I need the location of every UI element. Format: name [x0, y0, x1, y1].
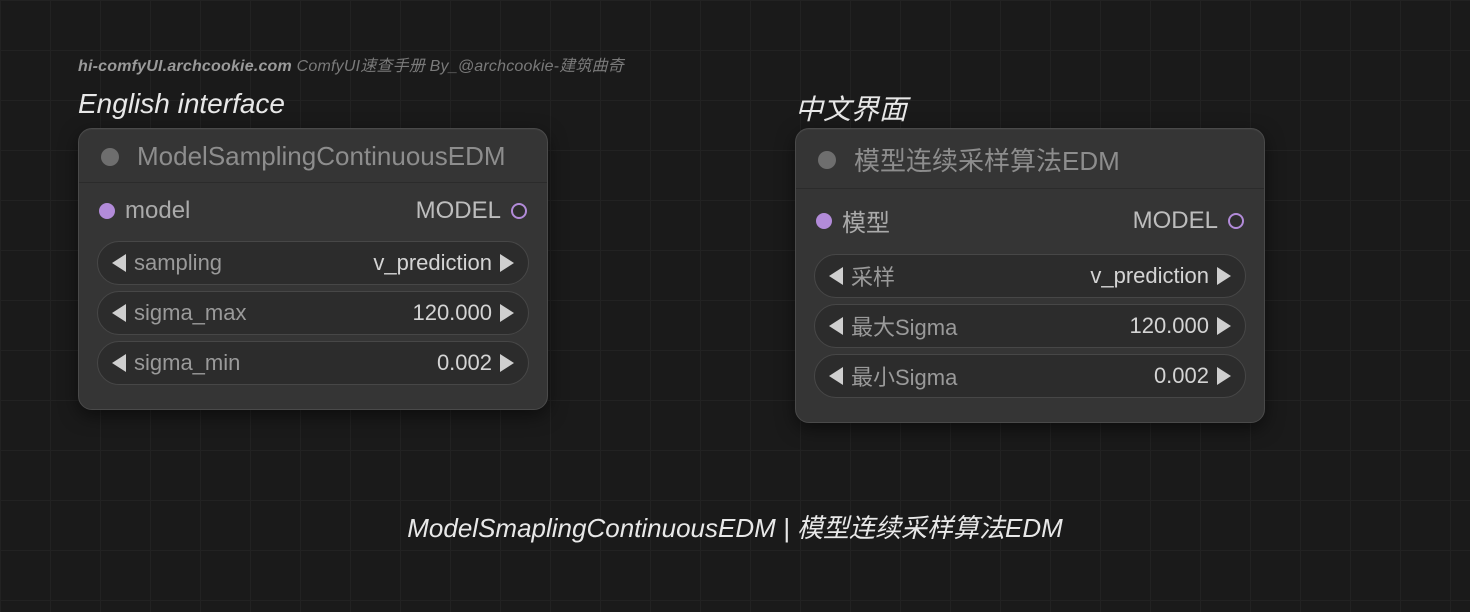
output-port-model-icon[interactable] [511, 203, 527, 219]
io-row: model MODEL [93, 193, 533, 235]
node-model-sampling-continuous-edm-en[interactable]: ModelSamplingContinuousEDM model MODEL s… [78, 128, 548, 410]
node-header[interactable]: ModelSamplingContinuousEDM [79, 129, 547, 183]
node-model-sampling-continuous-edm-cn[interactable]: 模型连续采样算法EDM 模型 MODEL 采样 v_prediction [795, 128, 1265, 423]
section-label-english: English interface [78, 88, 285, 120]
node-collapse-dot-icon[interactable] [818, 151, 836, 169]
arrow-right-icon[interactable] [1217, 267, 1231, 285]
arrow-left-icon[interactable] [112, 304, 126, 322]
widget-sigma-min[interactable]: 最小Sigma 0.002 [814, 354, 1246, 398]
widget-sigma-max[interactable]: 最大Sigma 120.000 [814, 304, 1246, 348]
widget-name: sampling [134, 250, 222, 276]
arrow-right-icon[interactable] [1217, 317, 1231, 335]
node-body: model MODEL sampling v_prediction sigma_… [79, 183, 547, 409]
arrow-left-icon[interactable] [829, 367, 843, 385]
section-label-chinese: 中文界面 [795, 88, 907, 128]
node-header[interactable]: 模型连续采样算法EDM [796, 129, 1264, 189]
figure-caption: ModelSmaplingContinuousEDM | 模型连续采样算法EDM [0, 508, 1470, 545]
widget-value[interactable]: 120.000 [246, 300, 492, 326]
arrow-left-icon[interactable] [112, 354, 126, 372]
widget-name: sigma_min [134, 350, 240, 376]
watermark-tagline: ComfyUI速查手册 By_@archcookie-建筑曲奇 [297, 58, 624, 75]
io-row: 模型 MODEL [810, 199, 1250, 248]
widget-value[interactable]: v_prediction [895, 263, 1209, 289]
output-port-model-icon[interactable] [1228, 213, 1244, 229]
input-label-model: 模型 [842, 203, 890, 238]
arrow-left-icon[interactable] [829, 317, 843, 335]
arrow-right-icon[interactable] [500, 304, 514, 322]
widget-value[interactable]: 120.000 [957, 313, 1209, 339]
input-port-model-icon[interactable] [816, 213, 832, 229]
node-body: 模型 MODEL 采样 v_prediction 最大Sigma 120.000 [796, 189, 1264, 422]
arrow-left-icon[interactable] [829, 267, 843, 285]
node-title: 模型连续采样算法EDM [854, 141, 1120, 178]
widget-value[interactable]: 0.002 [240, 350, 492, 376]
arrow-left-icon[interactable] [112, 254, 126, 272]
watermark: hi-comfyUI.archcookie.com ComfyUI速查手册 By… [78, 52, 624, 76]
input-port-model-icon[interactable] [99, 203, 115, 219]
arrow-right-icon[interactable] [1217, 367, 1231, 385]
widget-name: 采样 [851, 260, 895, 292]
node-title: ModelSamplingContinuousEDM [137, 141, 506, 172]
widget-value[interactable]: 0.002 [957, 363, 1209, 389]
widget-sigma-min[interactable]: sigma_min 0.002 [97, 341, 529, 385]
output-label-model: MODEL [1133, 207, 1218, 235]
widget-sigma-max[interactable]: sigma_max 120.000 [97, 291, 529, 335]
arrow-right-icon[interactable] [500, 354, 514, 372]
watermark-site: hi-comfyUI.archcookie.com [78, 58, 292, 75]
widget-sampling[interactable]: 采样 v_prediction [814, 254, 1246, 298]
widget-sampling[interactable]: sampling v_prediction [97, 241, 529, 285]
node-collapse-dot-icon[interactable] [101, 148, 119, 166]
widget-name: 最小Sigma [851, 360, 957, 392]
arrow-right-icon[interactable] [500, 254, 514, 272]
widget-value[interactable]: v_prediction [222, 250, 492, 276]
widget-name: sigma_max [134, 300, 246, 326]
output-label-model: MODEL [416, 197, 501, 225]
input-label-model: model [125, 197, 190, 225]
widget-name: 最大Sigma [851, 310, 957, 342]
